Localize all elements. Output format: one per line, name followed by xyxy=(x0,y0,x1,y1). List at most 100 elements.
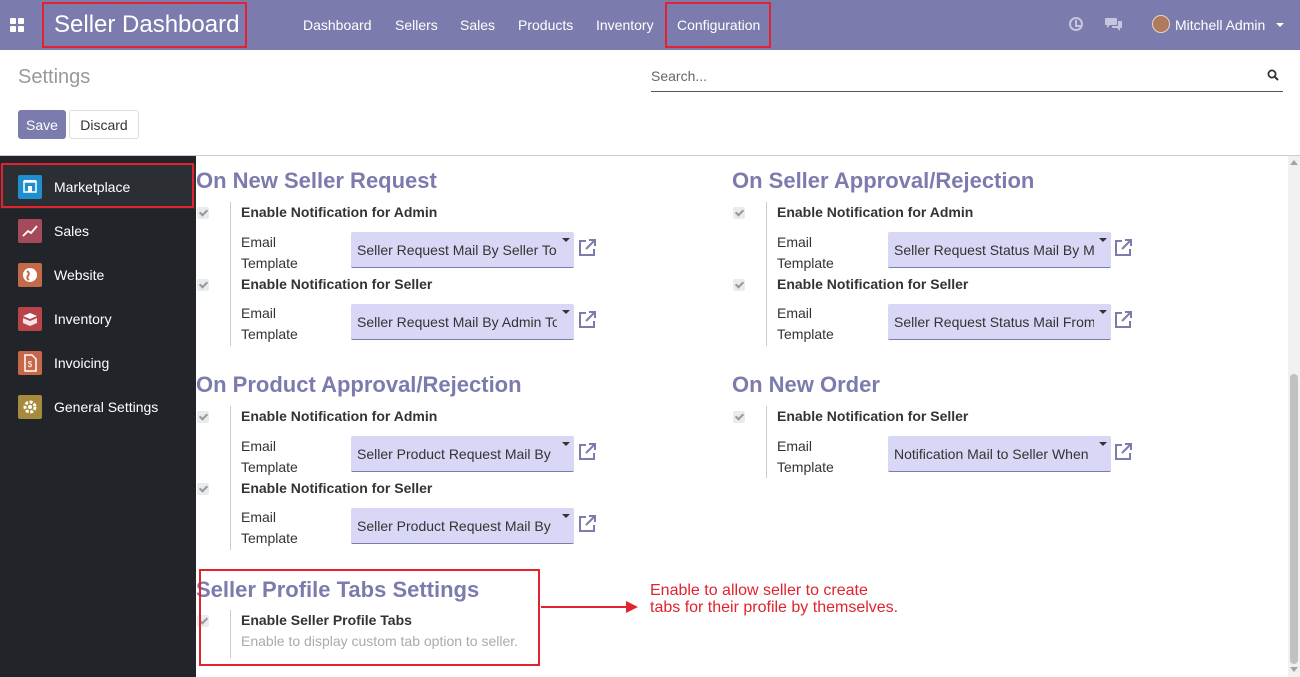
select-value: Seller Product Request Mail By xyxy=(357,518,551,534)
user-avatar[interactable] xyxy=(1152,15,1170,33)
seller-notification-label: Enable Notification for Seller xyxy=(777,408,969,424)
seller-notification-checkbox[interactable] xyxy=(197,483,209,495)
setting-divider xyxy=(766,406,767,478)
user-name[interactable]: Mitchell Admin xyxy=(1175,0,1265,50)
section-title-product-approval: On Product Approval/Rejection xyxy=(196,372,522,397)
sidebar-item-inventory[interactable]: Inventory xyxy=(0,297,196,341)
select-value: Seller Request Mail By Admin To Seller xyxy=(357,314,557,330)
nav-inventory[interactable]: Inventory xyxy=(596,0,654,50)
configuration-highlight-box xyxy=(665,2,771,48)
nav-dashboard[interactable]: Dashboard xyxy=(303,0,372,50)
annotation-arrow xyxy=(541,606,627,608)
sidebar-item-website[interactable]: Website xyxy=(0,253,196,297)
admin-email-template-select[interactable]: Seller Product Request Mail By xyxy=(351,436,574,472)
external-link-icon[interactable] xyxy=(577,442,597,462)
seller-notification-label: Enable Notification for Seller xyxy=(241,480,433,496)
email-template-label: Email Template xyxy=(241,438,298,475)
activity-clock-icon[interactable] xyxy=(1069,17,1083,31)
seller-notification-label: Enable Notification for Seller xyxy=(777,276,969,292)
svg-text:$: $ xyxy=(28,360,33,369)
select-value: Notification Mail to Seller When xyxy=(894,446,1089,462)
seller-notification-checkbox[interactable] xyxy=(733,411,745,423)
scroll-down-icon[interactable] xyxy=(1290,667,1298,672)
email-template-label: Email Template xyxy=(241,509,298,546)
chevron-down-icon xyxy=(562,514,570,518)
chevron-down-icon xyxy=(562,310,570,314)
email-template-label: Email Template xyxy=(777,305,834,342)
external-link-icon[interactable] xyxy=(1113,442,1133,462)
nav-sellers[interactable]: Sellers xyxy=(395,0,438,50)
admin-email-template-select[interactable]: Seller Request Status Mail By Me xyxy=(888,232,1111,268)
select-value: Seller Request Status Mail By Me xyxy=(894,242,1094,258)
select-value: Seller Product Request Mail By xyxy=(357,446,551,462)
sidebar-item-label: Website xyxy=(54,267,105,283)
annotation-line-2: tabs for their profile by themselves. xyxy=(650,599,899,616)
search-bar[interactable] xyxy=(651,62,1283,92)
sidebar-item-general-settings[interactable]: General Settings xyxy=(0,385,196,429)
select-value: Seller Request Mail By Seller To Admin xyxy=(357,242,557,258)
chevron-down-icon xyxy=(1099,310,1107,314)
scroll-up-icon[interactable] xyxy=(1290,160,1298,165)
sidebar-item-label: Invoicing xyxy=(54,355,110,371)
email-template-label: Email Template xyxy=(777,234,834,271)
seller-notification-checkbox[interactable] xyxy=(197,279,209,291)
chat-icon[interactable] xyxy=(1105,16,1123,32)
page-title: Settings xyxy=(18,66,91,88)
gear-icon xyxy=(18,395,42,419)
app-brand-title[interactable]: Seller Dashboard xyxy=(42,2,247,48)
profile-tabs-highlight-box xyxy=(199,569,540,666)
chevron-down-icon xyxy=(1099,238,1107,242)
external-link-icon[interactable] xyxy=(577,238,597,258)
external-link-icon[interactable] xyxy=(577,514,597,534)
admin-notification-label: Enable Notification for Admin xyxy=(777,204,974,220)
sidebar-item-invoicing[interactable]: $ Invoicing xyxy=(0,341,196,385)
user-caret-icon[interactable] xyxy=(1276,23,1284,27)
settings-sidebar: Marketplace Sales Website Inventory $ In… xyxy=(0,156,196,677)
chevron-down-icon xyxy=(1099,442,1107,446)
seller-email-template-select[interactable]: Notification Mail to Seller When xyxy=(888,436,1111,472)
admin-email-template-select[interactable]: Seller Request Mail By Seller To Admin xyxy=(351,232,574,268)
seller-email-template-select[interactable]: Seller Request Status Mail From xyxy=(888,304,1111,340)
top-navbar: Seller Dashboard Dashboard Sellers Sales… xyxy=(0,0,1300,50)
sidebar-item-label: Sales xyxy=(54,223,90,239)
email-template-label: Email Template xyxy=(777,438,834,475)
external-link-icon[interactable] xyxy=(577,310,597,330)
inventory-icon xyxy=(18,307,42,331)
email-template-label: Email Template xyxy=(241,305,298,342)
invoicing-icon: $ xyxy=(18,351,42,375)
seller-email-template-select[interactable]: Seller Request Mail By Admin To Seller xyxy=(351,304,574,340)
admin-notification-label: Enable Notification for Admin xyxy=(241,204,438,220)
save-button[interactable]: Save xyxy=(18,110,66,139)
settings-content: On New Seller Request Enable Notificatio… xyxy=(196,156,1288,677)
admin-notification-checkbox[interactable] xyxy=(197,207,209,219)
section-title-new-order: On New Order xyxy=(732,372,880,397)
website-icon xyxy=(18,263,42,287)
email-template-label: Email Template xyxy=(241,234,298,271)
scroll-thumb[interactable] xyxy=(1290,374,1298,664)
admin-notification-checkbox[interactable] xyxy=(197,411,209,423)
section-title-new-seller-request: On New Seller Request xyxy=(196,168,437,193)
setting-divider xyxy=(230,406,231,550)
search-icon[interactable] xyxy=(1267,69,1279,81)
seller-notification-label: Enable Notification for Seller xyxy=(241,276,433,292)
sidebar-item-sales[interactable]: Sales xyxy=(0,209,196,253)
content-scrollbar[interactable] xyxy=(1288,156,1300,677)
external-link-icon[interactable] xyxy=(1113,238,1133,258)
apps-menu-icon[interactable] xyxy=(10,18,24,32)
discard-button[interactable]: Discard xyxy=(69,110,139,139)
nav-sales[interactable]: Sales xyxy=(460,0,495,50)
admin-notification-label: Enable Notification for Admin xyxy=(241,408,438,424)
seller-notification-checkbox[interactable] xyxy=(733,279,745,291)
sales-icon xyxy=(18,219,42,243)
search-input[interactable] xyxy=(651,62,1251,90)
nav-products[interactable]: Products xyxy=(518,0,573,50)
section-title-seller-approval: On Seller Approval/Rejection xyxy=(732,168,1035,193)
seller-email-template-select[interactable]: Seller Product Request Mail By xyxy=(351,508,574,544)
annotation-arrow-head xyxy=(626,601,638,613)
select-value: Seller Request Status Mail From xyxy=(894,314,1094,330)
setting-divider xyxy=(766,202,767,346)
sidebar-item-label: Inventory xyxy=(54,311,112,327)
external-link-icon[interactable] xyxy=(1113,310,1133,330)
admin-notification-checkbox[interactable] xyxy=(733,207,745,219)
chevron-down-icon xyxy=(562,238,570,242)
